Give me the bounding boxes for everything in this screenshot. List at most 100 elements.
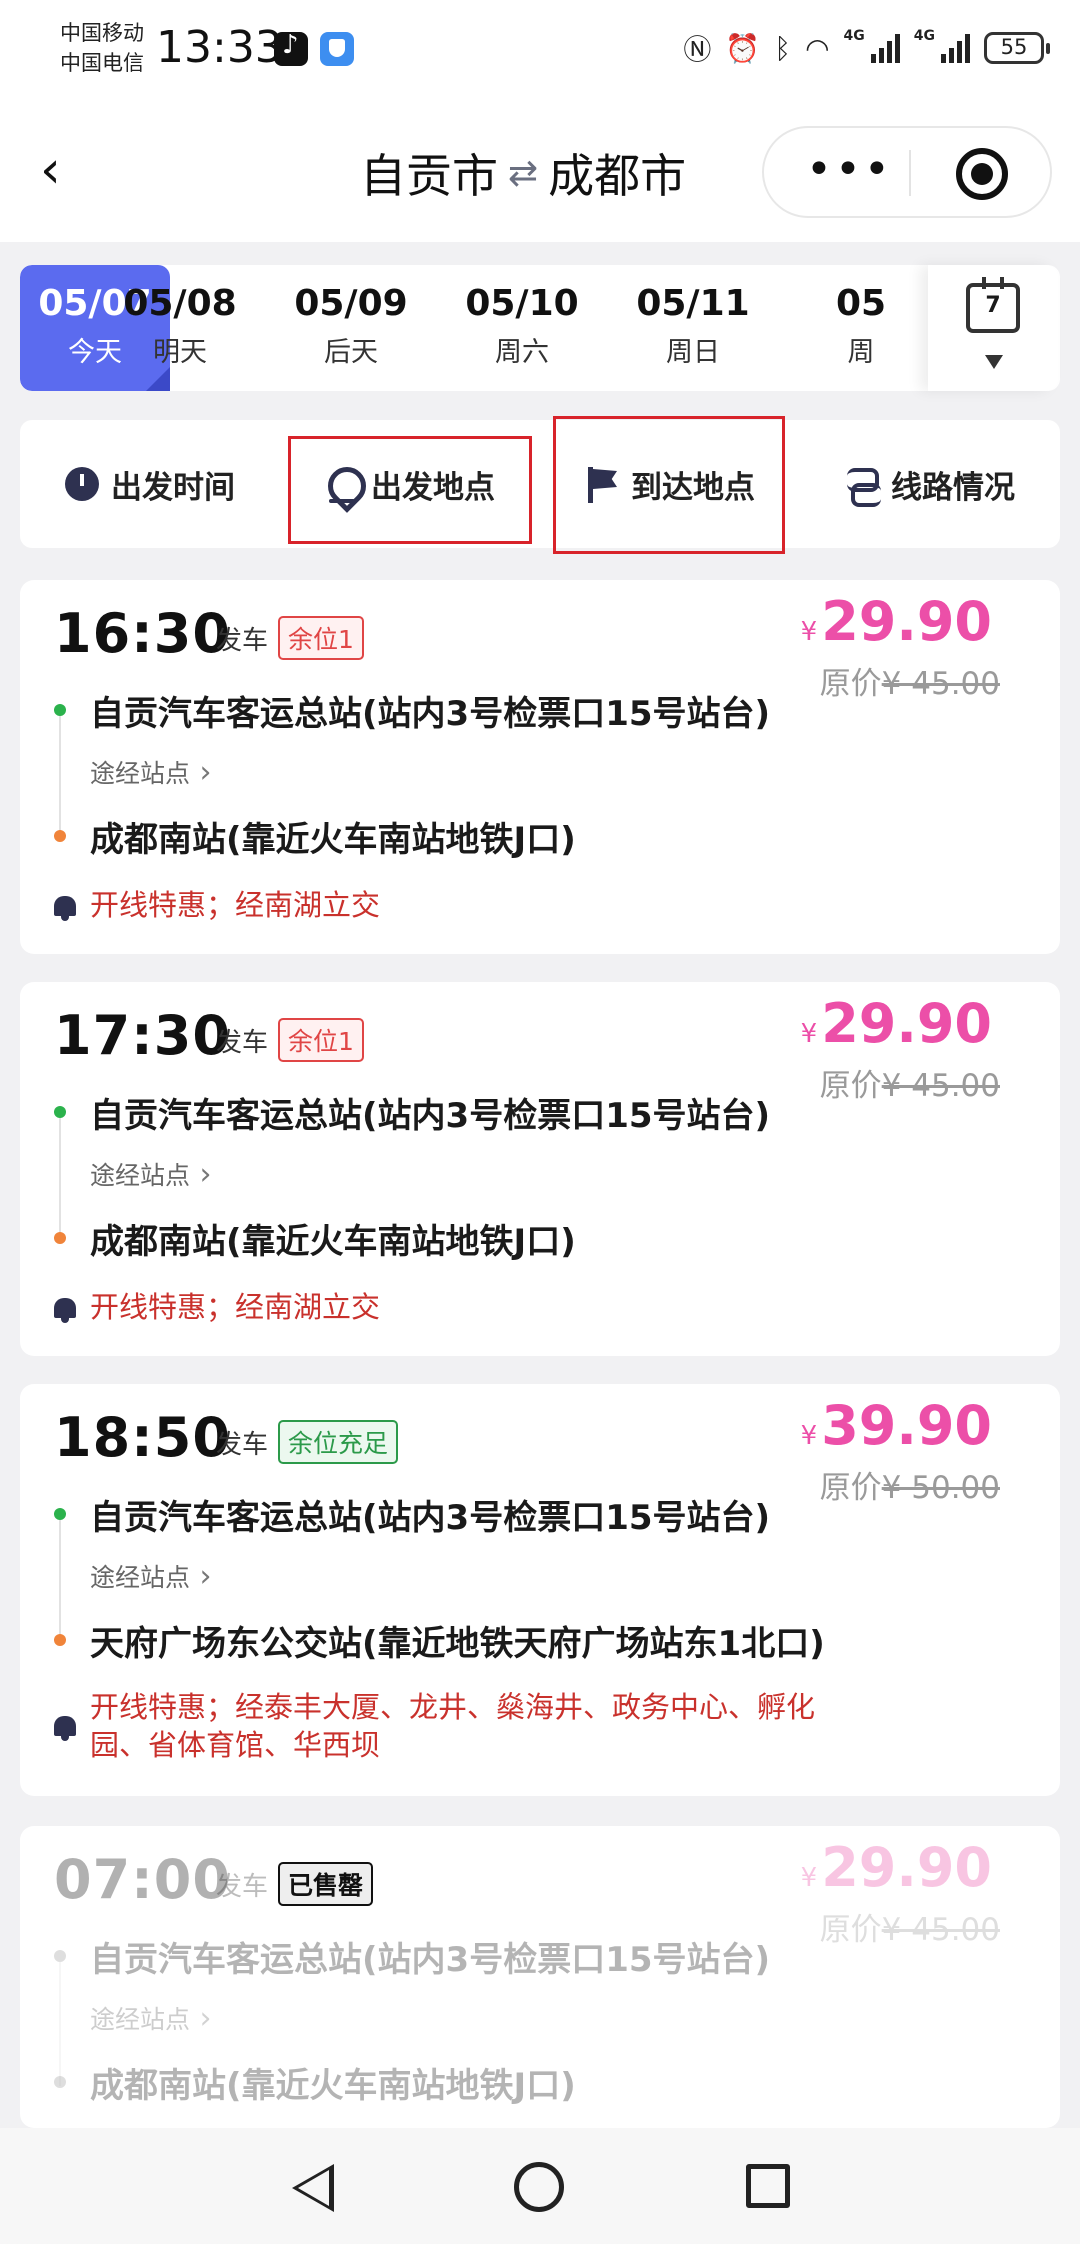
bluetooth-icon: ᛒ bbox=[774, 31, 792, 65]
clock-icon bbox=[65, 467, 99, 501]
nav-home-icon[interactable] bbox=[514, 2162, 564, 2212]
via-stops-link[interactable]: 途经站点 bbox=[90, 2000, 212, 2036]
original-price: 原价¥ 45.00 bbox=[820, 1904, 1000, 1949]
origin-station: 自贡汽车客运总站(站内3号检票口15号站台) bbox=[90, 694, 771, 734]
trip-card[interactable]: 18:50 发车 余位充足 ¥39.90 原价¥ 50.00 自贡汽车客运总站(… bbox=[20, 1384, 1060, 1796]
price-value: 39.90 bbox=[821, 1394, 992, 1457]
bell-icon bbox=[54, 1716, 76, 1741]
route-line bbox=[59, 1118, 61, 1242]
bell-icon bbox=[54, 1298, 76, 1323]
date-item[interactable]: 05/11 周日 bbox=[618, 265, 768, 391]
origin-dot-icon bbox=[54, 704, 66, 716]
via-stops-link[interactable]: 途经站点 bbox=[90, 1558, 212, 1594]
signal-icon bbox=[870, 33, 900, 63]
date-item[interactable]: 05/10 周六 bbox=[447, 265, 597, 391]
title-bar: ‹ 自贡市 ⇄ 成都市 ••• bbox=[0, 100, 1080, 242]
nav-recents-icon[interactable] bbox=[746, 2164, 790, 2208]
seat-badge: 余位充足 bbox=[278, 1420, 399, 1464]
filter-route-info[interactable]: 线路情况 bbox=[800, 420, 1060, 548]
destination-dot-icon bbox=[54, 830, 66, 842]
origin-station: 自贡汽车客运总站(站内3号检票口15号站台) bbox=[90, 1498, 771, 1538]
swap-icon[interactable]: ⇄ bbox=[508, 153, 538, 194]
departure-label: 发车 bbox=[216, 1872, 269, 1902]
network-label-1: 4G bbox=[843, 28, 865, 44]
from-city: 自贡市 bbox=[360, 149, 498, 203]
nav-back-icon[interactable] bbox=[292, 2164, 334, 2212]
network-label-2: 4G bbox=[913, 28, 935, 44]
wifi-icon: ◠ bbox=[805, 31, 830, 65]
price: ¥29.90 bbox=[801, 590, 992, 653]
currency-symbol: ¥ bbox=[800, 1019, 818, 1049]
price-value: 29.90 bbox=[821, 992, 992, 1055]
date-label: 05/08 bbox=[123, 283, 237, 324]
capsule-divider bbox=[909, 150, 911, 196]
origin-dot-icon bbox=[54, 1106, 66, 1118]
weekday-label: 后天 bbox=[324, 337, 378, 368]
destination-dot-icon bbox=[54, 1232, 66, 1244]
trip-note: 开线特惠；经泰丰大厦、龙井、燊海井、政务中心、孵化园、省体育馆、华西坝 bbox=[90, 1690, 816, 1762]
calendar-button[interactable]: 7 bbox=[928, 265, 1058, 391]
departure-label: 发车 bbox=[216, 1430, 269, 1460]
route-icon bbox=[845, 467, 881, 507]
currency-symbol: ¥ bbox=[800, 1863, 818, 1893]
status-bar: 中国移动 中国电信 13:33 Ⓝ ⏰ ᛒ ◠ 4G 4G 55 bbox=[0, 0, 1080, 100]
weekday-label: 明天 bbox=[153, 337, 207, 368]
original-price: 原价¥ 45.00 bbox=[820, 1060, 1000, 1105]
destination-station: 成都南站(靠近火车南站地铁J口) bbox=[90, 820, 576, 860]
signal-icon-2 bbox=[941, 33, 970, 63]
currency-symbol: ¥ bbox=[800, 1421, 818, 1451]
alarm-icon: ⏰ bbox=[725, 31, 761, 65]
original-price-value: ¥ 45.00 bbox=[881, 1912, 1000, 1948]
via-stops-link[interactable]: 途经站点 bbox=[90, 1156, 212, 1192]
original-price-value: ¥ 50.00 bbox=[881, 1470, 1000, 1506]
original-price: 原价¥ 45.00 bbox=[820, 658, 1000, 703]
close-miniprogram-button[interactable] bbox=[956, 148, 1008, 200]
departure-label: 发车 bbox=[216, 1028, 269, 1058]
price: ¥29.90 bbox=[801, 1836, 992, 1899]
departure-time: 16:30 bbox=[54, 602, 231, 665]
more-options-button[interactable]: ••• bbox=[806, 144, 893, 195]
system-icons: Ⓝ ⏰ ᛒ ◠ 4G 4G 55 bbox=[683, 28, 1050, 68]
departure-time: 07:00 bbox=[54, 1848, 231, 1911]
trip-note: 开线特惠；经南湖立交 bbox=[90, 1290, 381, 1324]
trip-note: 开线特惠；经南湖立交 bbox=[90, 888, 381, 922]
date-label: 05/10 bbox=[465, 283, 579, 324]
caret-down-icon bbox=[985, 355, 1003, 369]
origin-station: 自贡汽车客运总站(站内3号检票口15号站台) bbox=[90, 1096, 771, 1136]
date-item[interactable]: 05/08 明天 bbox=[105, 265, 255, 391]
destination-dot-icon bbox=[54, 1634, 66, 1646]
original-price-value: ¥ 45.00 bbox=[881, 1068, 1000, 1104]
date-label: 05/11 bbox=[636, 283, 750, 324]
battery-icon: 55 bbox=[984, 32, 1050, 64]
system-navigation-bar bbox=[0, 2128, 1080, 2244]
tiktok-icon bbox=[274, 30, 308, 66]
bell-icon bbox=[54, 896, 76, 921]
weekday-label: 周日 bbox=[666, 337, 720, 368]
origin-dot-icon bbox=[54, 1508, 66, 1520]
seat-badge: 余位1 bbox=[278, 1018, 364, 1062]
date-item[interactable]: 05 周 bbox=[786, 265, 936, 391]
seat-badge: 余位1 bbox=[278, 616, 364, 660]
via-stops-link[interactable]: 途经站点 bbox=[90, 754, 212, 790]
back-button[interactable]: ‹ bbox=[40, 140, 61, 200]
date-label: 05/09 bbox=[294, 283, 408, 324]
calendar-icon: 7 bbox=[966, 277, 1020, 333]
departure-label: 发车 bbox=[216, 626, 269, 656]
nfc-icon: Ⓝ bbox=[683, 33, 712, 66]
miniprogram-capsule: ••• bbox=[762, 126, 1052, 218]
date-item[interactable]: 05/09 后天 bbox=[276, 265, 426, 391]
destination-station: 成都南站(靠近火车南站地铁J口) bbox=[90, 2066, 576, 2106]
date-label: 05 bbox=[835, 283, 887, 324]
original-price-label: 原价 bbox=[819, 1068, 882, 1104]
filter-departure-time[interactable]: 出发时间 bbox=[20, 420, 280, 548]
destination-dot-icon bbox=[54, 2076, 66, 2088]
trip-card[interactable]: 16:30 发车 余位1 ¥29.90 原价¥ 45.00 自贡汽车客运总站(站… bbox=[20, 580, 1060, 954]
filter-label: 线路情况 bbox=[891, 469, 1015, 506]
highlight-box-departure-location bbox=[288, 436, 532, 544]
trip-card[interactable]: 17:30 发车 余位1 ¥29.90 原价¥ 45.00 自贡汽车客运总站(站… bbox=[20, 982, 1060, 1356]
price: ¥39.90 bbox=[801, 1394, 992, 1457]
weekday-label: 周 bbox=[847, 337, 875, 368]
destination-station: 天府广场东公交站(靠近地铁天府广场站东1北口) bbox=[90, 1624, 825, 1664]
origin-dot-icon bbox=[54, 1950, 66, 1962]
origin-station: 自贡汽车客运总站(站内3号检票口15号站台) bbox=[90, 1940, 771, 1980]
